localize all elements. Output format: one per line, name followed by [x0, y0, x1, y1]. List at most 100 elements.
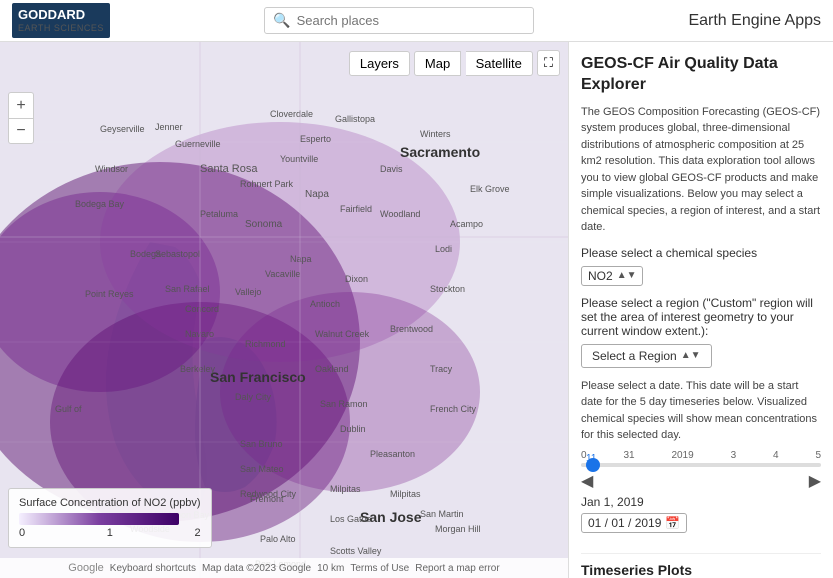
panel-description: The GEOS Composition Forecasting (GEOS-C… — [581, 104, 821, 236]
svg-text:San Francisco: San Francisco — [210, 369, 306, 385]
svg-text:Sacramento: Sacramento — [400, 144, 480, 160]
slider-label-4: 4 — [773, 450, 779, 461]
main-content: Sacramento San Francisco San Jose Santa … — [0, 42, 833, 578]
svg-text:Richmond: Richmond — [245, 339, 286, 349]
slider-labels: 0 31 2019 3 4 5 — [581, 450, 821, 461]
svg-text:Redwood City: Redwood City — [240, 489, 297, 499]
svg-text:Milpitas: Milpitas — [330, 484, 361, 494]
legend-max: 2 — [194, 527, 200, 539]
zoom-controls: + − — [8, 92, 34, 144]
slider-next-button[interactable]: ▶ — [809, 471, 821, 491]
species-arrow-icon: ▲▼ — [617, 270, 637, 281]
report-link[interactable]: Report a map error — [415, 563, 499, 574]
terms-link[interactable]: Terms of Use — [350, 563, 409, 574]
region-label: Please select a region ("Custom" region … — [581, 296, 821, 338]
map-top-controls: Layers Map Satellite ⛶ — [349, 50, 560, 76]
search-icon: 🔍 — [273, 12, 290, 29]
svg-text:Lodi: Lodi — [435, 244, 452, 254]
logo-line1: GODDARD — [18, 7, 104, 23]
svg-text:Bodega: Bodega — [130, 249, 161, 259]
map-data-label: Map data ©2023 Google — [202, 563, 311, 574]
svg-text:Vacaville: Vacaville — [265, 269, 300, 279]
keyboard-shortcuts-link[interactable]: Keyboard shortcuts — [110, 563, 196, 574]
region-select-button[interactable]: Select a Region ▲▼ — [581, 344, 712, 368]
species-value: NO2 — [588, 269, 613, 283]
logo: GODDARD EARTH SCIENCES — [12, 3, 110, 37]
species-select[interactable]: NO2 ▲▼ — [581, 266, 643, 286]
header: GODDARD EARTH SCIENCES 🔍 Earth Engine Ap… — [0, 0, 833, 42]
svg-text:Walnut Creek: Walnut Creek — [315, 329, 370, 339]
svg-text:Palo Alto: Palo Alto — [260, 534, 296, 544]
svg-text:San Bruno: San Bruno — [240, 439, 283, 449]
fullscreen-button[interactable]: ⛶ — [537, 50, 560, 76]
zoom-in-button[interactable]: + — [8, 92, 34, 118]
svg-text:Petaluma: Petaluma — [200, 209, 238, 219]
svg-text:Morgan Hill: Morgan Hill — [435, 524, 481, 534]
svg-text:San Martin: San Martin — [420, 509, 464, 519]
map-footer: Google Keyboard shortcuts Map data ©2023… — [0, 558, 568, 578]
map-type-map-button[interactable]: Map — [414, 51, 461, 76]
legend-labels: 0 1 2 — [19, 527, 201, 539]
region-arrow-icon: ▲▼ — [681, 350, 701, 361]
svg-text:Concord: Concord — [185, 304, 219, 314]
svg-text:Gallistopa: Gallistopa — [335, 114, 375, 124]
svg-text:Bodega Bay: Bodega Bay — [75, 199, 125, 209]
map-type-satellite-button[interactable]: Satellite — [466, 51, 533, 76]
date-input-value: 01 / 01 / 2019 — [588, 516, 661, 530]
svg-text:Geyserville: Geyserville — [100, 124, 145, 134]
svg-text:Napa: Napa — [305, 189, 329, 200]
svg-text:Fairfield: Fairfield — [340, 204, 372, 214]
search-bar[interactable]: 🔍 — [264, 7, 534, 34]
app-title: Earth Engine Apps — [688, 12, 821, 30]
svg-text:Windsor: Windsor — [95, 164, 128, 174]
svg-text:Los Gatos: Los Gatos — [330, 514, 372, 524]
svg-text:Vallejo: Vallejo — [235, 287, 261, 297]
svg-text:Jenner: Jenner — [155, 122, 183, 132]
legend-title: Surface Concentration of NO2 (ppbv) — [19, 497, 201, 509]
svg-text:Point Reyes: Point Reyes — [85, 289, 134, 299]
slider-label-2019: 2019 — [671, 450, 693, 461]
scale-label: 10 km — [317, 563, 344, 574]
svg-text:Esperto: Esperto — [300, 134, 331, 144]
svg-text:French City: French City — [430, 404, 477, 414]
svg-text:Sonoma: Sonoma — [245, 219, 283, 230]
svg-text:San Mateo: San Mateo — [240, 464, 284, 474]
svg-text:Rohnert Park: Rohnert Park — [240, 179, 294, 189]
search-input[interactable] — [297, 13, 526, 28]
svg-text:Dublin: Dublin — [340, 424, 366, 434]
date-slider-area: 0 31 2019 3 4 5 11 — [581, 450, 821, 467]
svg-text:Scotts Valley: Scotts Valley — [330, 546, 382, 556]
svg-text:Dixon: Dixon — [345, 274, 368, 284]
svg-text:Tracy: Tracy — [430, 364, 453, 374]
legend-mid: 1 — [107, 527, 113, 539]
map-area[interactable]: Sacramento San Francisco San Jose Santa … — [0, 42, 568, 578]
svg-text:San Rafael: San Rafael — [165, 284, 210, 294]
svg-text:Guerneville: Guerneville — [175, 139, 221, 149]
zoom-out-button[interactable]: − — [8, 118, 34, 144]
google-logo: Google — [68, 562, 103, 574]
svg-text:San Ramon: San Ramon — [320, 399, 368, 409]
svg-text:Woodland: Woodland — [380, 209, 420, 219]
logo-line2: EARTH SCIENCES — [18, 23, 104, 34]
right-panel: GEOS-CF Air Quality Data Explorer The GE… — [568, 42, 833, 578]
svg-text:Elk Grove: Elk Grove — [470, 184, 510, 194]
svg-text:Daly City: Daly City — [235, 392, 272, 402]
svg-text:Berkeley: Berkeley — [180, 364, 216, 374]
svg-text:Acampo: Acampo — [450, 219, 483, 229]
slider-track[interactable]: 11 — [581, 463, 821, 467]
divider-1 — [581, 553, 821, 554]
slider-label-3: 3 — [731, 450, 737, 461]
logo-area: GODDARD EARTH SCIENCES — [12, 3, 110, 37]
slider-label-31: 31 — [623, 450, 634, 461]
layers-button[interactable]: Layers — [349, 51, 410, 76]
svg-text:Brentwood: Brentwood — [390, 324, 433, 334]
svg-text:Napa: Napa — [290, 254, 312, 264]
date-input[interactable]: 01 / 01 / 2019 📅 — [581, 513, 687, 533]
svg-text:Stockton: Stockton — [430, 284, 465, 294]
region-btn-label: Select a Region — [592, 349, 677, 363]
svg-text:Oakland: Oakland — [315, 364, 349, 374]
svg-text:Gulf of: Gulf of — [55, 404, 82, 414]
map-legend: Surface Concentration of NO2 (ppbv) 0 1 … — [8, 488, 212, 548]
date-display: Jan 1, 2019 — [581, 495, 821, 509]
slider-prev-button[interactable]: ◀ — [581, 471, 593, 491]
